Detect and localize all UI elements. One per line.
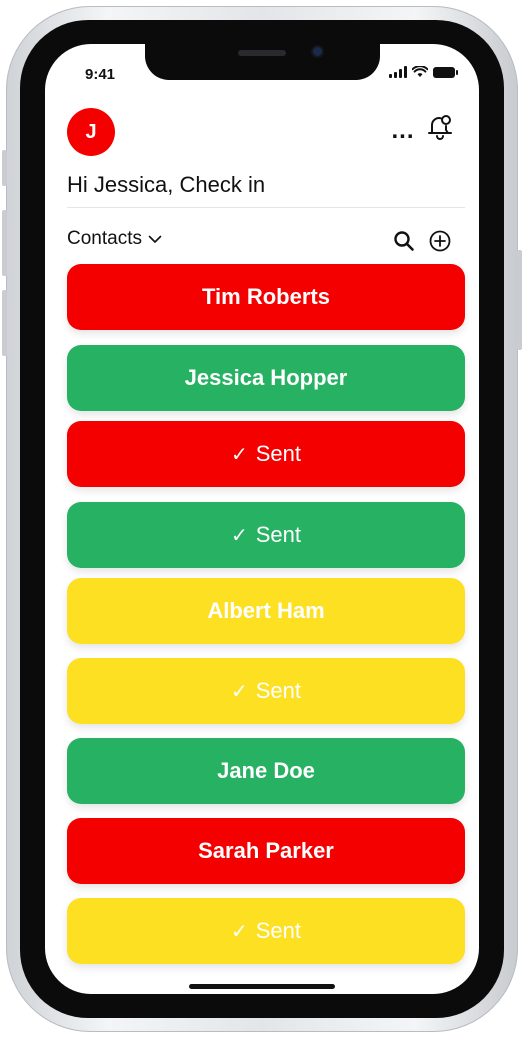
- contact-card-jessica-hopper[interactable]: Jessica Hopper: [67, 345, 465, 411]
- card-label: Jane Doe: [217, 758, 315, 783]
- search-icon[interactable]: [393, 230, 415, 252]
- avatar[interactable]: J: [67, 108, 115, 156]
- status-time: 9:41: [85, 66, 116, 83]
- more-icon[interactable]: ...: [390, 117, 416, 144]
- card-label: Albert Ham: [207, 598, 325, 623]
- card-label: Sent: [255, 678, 302, 703]
- status-icons: [389, 66, 458, 78]
- sent-card[interactable]: ✓ Sent: [67, 658, 465, 724]
- header-divider: [67, 207, 465, 208]
- signal-icon: [389, 66, 407, 78]
- app-screen: 9:41 J ... Hi Jessica, Check in Contacts: [45, 44, 479, 994]
- volume-up-button: [2, 210, 7, 276]
- chevron-down-icon: [148, 235, 162, 243]
- sent-card[interactable]: ✓ Sent: [67, 502, 465, 568]
- notch: [145, 44, 380, 80]
- sent-card[interactable]: ✓ Sent: [67, 421, 465, 487]
- card-label: Sent: [255, 522, 302, 547]
- speaker: [238, 50, 286, 56]
- contacts-dropdown[interactable]: Contacts: [67, 228, 162, 250]
- add-contact-icon[interactable]: [429, 230, 451, 252]
- checkmark-icon: ✓: [230, 524, 248, 547]
- contacts-label: Contacts: [67, 228, 142, 249]
- contact-card-albert-ham[interactable]: Albert Ham: [67, 578, 465, 644]
- battery-icon: [433, 66, 458, 78]
- power-button: [517, 250, 522, 350]
- silent-switch: [2, 150, 7, 186]
- checkmark-icon: ✓: [230, 680, 248, 703]
- sent-card[interactable]: ✓ Sent: [67, 898, 465, 964]
- card-label: Sent: [255, 918, 302, 943]
- card-label: Jessica Hopper: [184, 365, 348, 390]
- front-camera: [313, 47, 322, 56]
- card-label: Sent: [255, 441, 302, 466]
- home-indicator[interactable]: [189, 984, 335, 989]
- volume-down-button: [2, 290, 7, 356]
- wifi-icon: [412, 66, 428, 77]
- checkmark-icon: ✓: [230, 443, 248, 466]
- card-label: Sarah Parker: [198, 838, 334, 863]
- contact-card-jane-doe[interactable]: Jane Doe: [67, 738, 465, 804]
- contact-card-tim-roberts[interactable]: Tim Roberts: [67, 264, 465, 330]
- greeting-text: Hi Jessica, Check in: [67, 172, 266, 197]
- bell-icon[interactable]: [425, 112, 455, 142]
- contact-card-sarah-parker[interactable]: Sarah Parker: [67, 818, 465, 884]
- card-label: Tim Roberts: [202, 284, 330, 309]
- checkmark-icon: ✓: [230, 920, 248, 943]
